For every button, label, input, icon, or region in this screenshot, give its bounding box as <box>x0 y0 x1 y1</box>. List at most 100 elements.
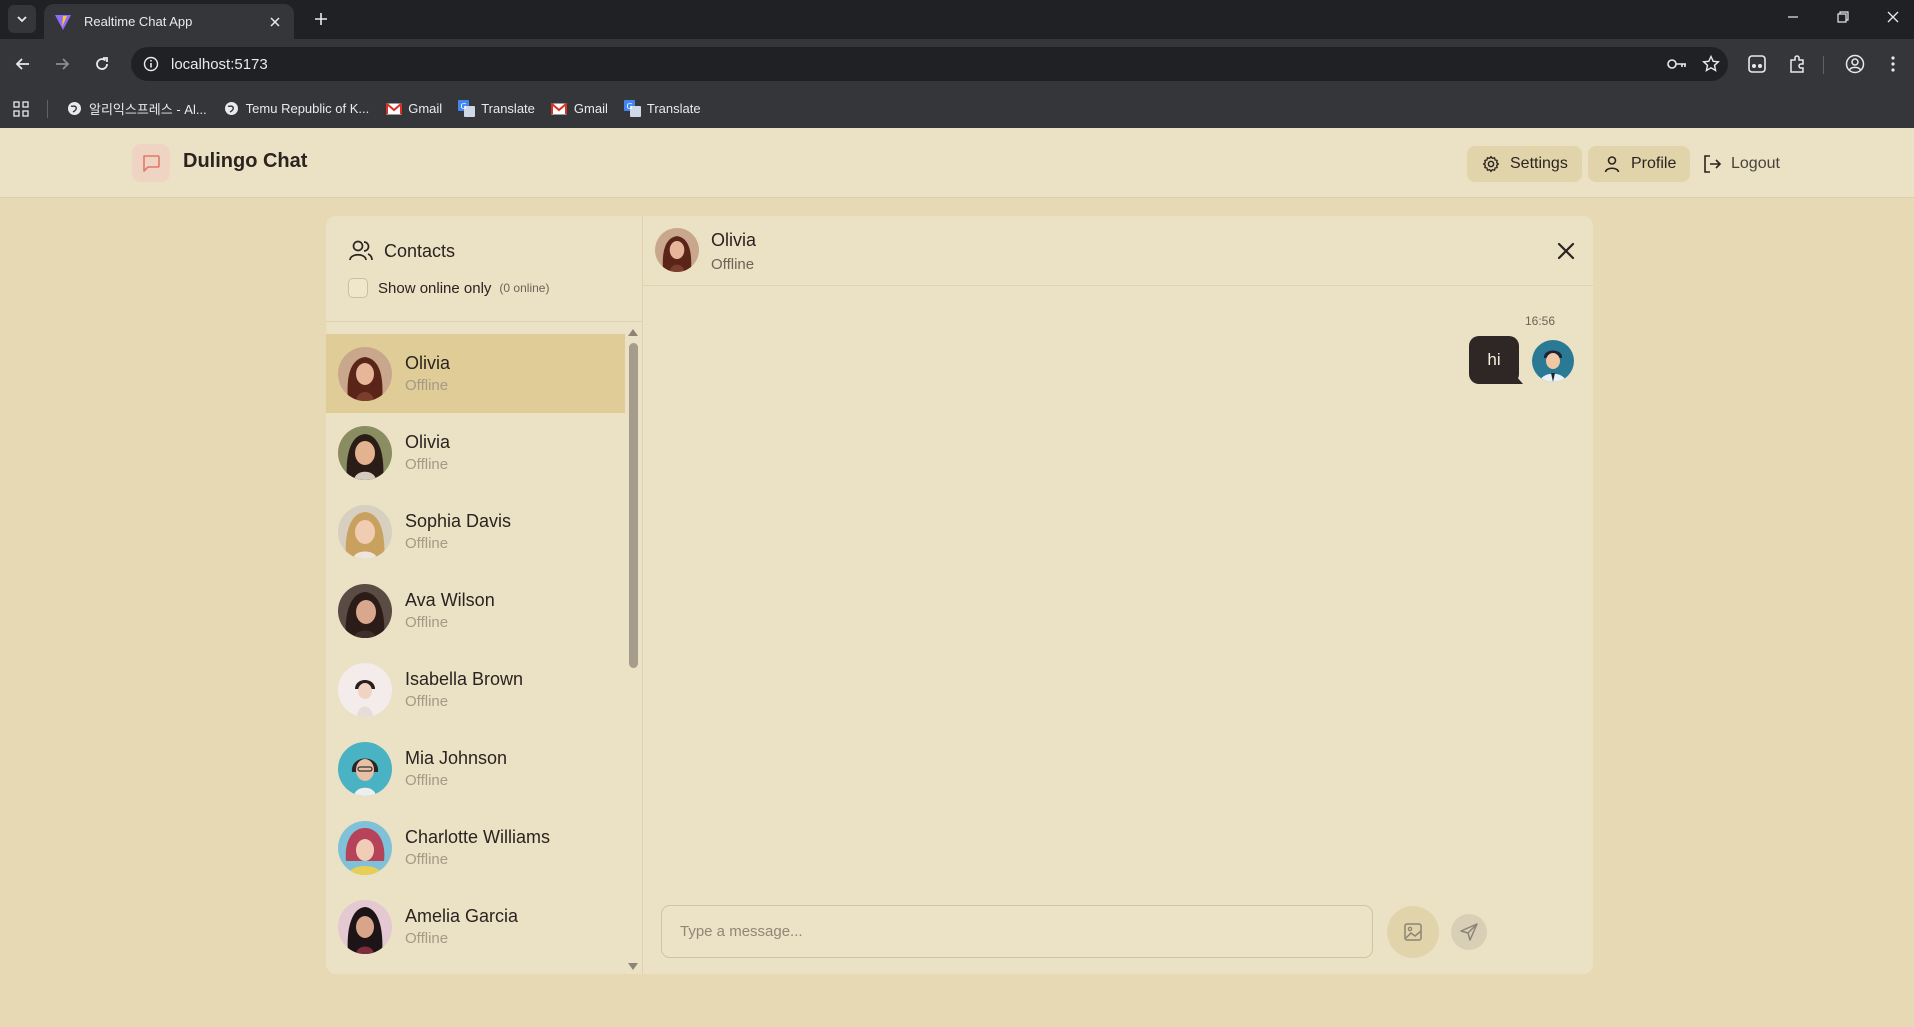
contact-item[interactable]: Ava Wilson Offline <box>326 571 625 650</box>
contact-list: Olivia Offline Olivia Offline Sophia Dav… <box>326 334 625 974</box>
globe-icon <box>66 100 83 117</box>
contact-text: Isabella Brown Offline <box>405 668 523 712</box>
bookmark-temu[interactable]: Temu Republic of K... <box>215 94 378 124</box>
contact-status: Offline <box>405 850 449 868</box>
contact-status: Offline <box>405 771 449 789</box>
contact-name: Isabella Brown <box>405 668 524 689</box>
send-button[interactable] <box>1451 914 1487 950</box>
app-title[interactable]: Dulingo Chat <box>183 150 307 173</box>
contact-text: Amelia Garcia Offline <box>405 905 518 949</box>
settings-button[interactable]: Settings <box>1467 146 1582 182</box>
bookmark-gmail[interactable]: Gmail <box>377 94 450 124</box>
gmail-icon <box>551 100 568 117</box>
bookmark-translate[interactable]: G Translate <box>450 94 543 124</box>
avatar <box>338 504 392 559</box>
message-bubble-tail <box>1509 368 1523 384</box>
scroll-up-arrow-icon[interactable] <box>626 326 640 338</box>
more-vertical-icon <box>1891 56 1895 72</box>
contact-item[interactable]: Mia Johnson Offline <box>326 729 625 808</box>
translate-icon: G <box>458 100 476 117</box>
profile-button[interactable]: Profile <box>1588 146 1691 182</box>
browser-tab[interactable]: Realtime Chat App <box>44 4 294 39</box>
online-count: (0 online) <box>499 281 550 295</box>
extensions-button[interactable] <box>1782 49 1812 79</box>
image-icon <box>1404 923 1422 941</box>
contacts-scrollbar-thumb[interactable] <box>629 343 638 668</box>
contact-name: Sophia Davis <box>405 510 512 531</box>
gmail-icon <box>385 100 402 117</box>
extension-badge-icon <box>1748 55 1766 73</box>
browser-toolbar: localhost:5173 <box>0 39 1914 89</box>
contact-item[interactable]: Olivia Offline <box>326 413 625 492</box>
message-input[interactable] <box>680 923 1372 940</box>
contact-text: Olivia Offline <box>405 352 450 396</box>
contact-text: Mia Johnson Offline <box>405 747 507 791</box>
logout-icon <box>1702 154 1722 174</box>
chat-contact-name: Olivia <box>711 230 757 250</box>
bookmark-label: 알리익스프레스 - Al... <box>89 102 207 117</box>
avatar <box>338 583 392 638</box>
browser-menu-button[interactable] <box>1878 49 1908 79</box>
password-key-icon[interactable] <box>1660 47 1694 81</box>
contact-text: Charlotte Williams Offline <box>405 826 550 870</box>
contact-item[interactable]: Sophia Davis Offline <box>326 492 625 571</box>
reload-icon <box>96 57 108 70</box>
contact-item[interactable]: Amelia Garcia Offline <box>326 887 625 966</box>
apps-grid-icon <box>13 100 29 117</box>
chat-container: Contacts Show online only (0 online) Oli… <box>326 216 1593 974</box>
restore-button[interactable] <box>1818 0 1868 34</box>
attach-image-button[interactable] <box>1387 906 1439 958</box>
forward-button[interactable] <box>47 49 77 79</box>
contact-item[interactable]: Olivia Offline <box>326 334 625 413</box>
avatar <box>338 899 392 954</box>
new-tab-button[interactable] <box>308 6 334 32</box>
contact-item[interactable]: Isabella Brown Offline <box>326 650 625 729</box>
users-icon <box>349 240 373 261</box>
contact-name: Olivia <box>405 352 451 373</box>
bookmark-star-icon[interactable] <box>1694 47 1728 81</box>
bookmark-translate[interactable]: G Translate <box>616 94 709 124</box>
contacts-title: Contacts <box>384 240 456 261</box>
bookmark-label: Gmail <box>408 101 443 116</box>
settings-label: Settings <box>1510 155 1568 172</box>
arrow-left-icon <box>15 58 29 70</box>
chat-panel: Olivia Offline 16:56 hi <box>643 216 1593 974</box>
back-button[interactable] <box>8 49 38 79</box>
show-online-checkbox[interactable] <box>348 278 368 298</box>
show-online-label[interactable]: Show online only <box>378 280 491 297</box>
apps-button[interactable] <box>1 94 41 124</box>
contact-status: Offline <box>405 534 449 552</box>
tab-search-button[interactable] <box>8 5 36 33</box>
account-circle-icon <box>1845 54 1865 74</box>
translate-icon: G <box>623 100 641 117</box>
reload-button[interactable] <box>87 49 117 79</box>
bookmark-aliexpress[interactable]: 알리익스프레스 - Al... <box>58 94 215 124</box>
svg-text:G: G <box>461 102 467 111</box>
close-chat-button[interactable] <box>1552 237 1580 265</box>
contact-text: Sophia Davis Offline <box>405 510 511 554</box>
close-icon <box>1887 11 1899 23</box>
chat-bubble-logo-icon[interactable] <box>132 144 170 182</box>
extension-icon-1[interactable] <box>1742 49 1772 79</box>
puzzle-icon <box>1790 55 1804 73</box>
chat-header: Olivia Offline <box>643 216 1593 286</box>
contact-text: Ava Wilson Offline <box>405 589 495 633</box>
globe-icon <box>223 100 240 117</box>
contacts-header: Contacts Show online only (0 online) <box>326 216 642 322</box>
bookmark-gmail[interactable]: Gmail <box>543 94 616 124</box>
minimize-button[interactable] <box>1768 0 1818 34</box>
contact-status: Offline <box>405 376 449 394</box>
contact-text: Olivia Offline <box>405 431 450 475</box>
scroll-down-arrow-icon[interactable] <box>626 960 640 972</box>
svg-text:G: G <box>626 102 632 111</box>
logout-button[interactable]: Logout <box>1688 146 1794 182</box>
contact-item[interactable]: Charlotte Williams Offline <box>326 808 625 887</box>
site-info-icon[interactable] <box>143 56 159 72</box>
minimize-icon <box>1788 16 1798 18</box>
contact-name: Mia Johnson <box>405 747 508 768</box>
address-bar[interactable]: localhost:5173 <box>131 47 1728 81</box>
profile-avatar-button[interactable] <box>1840 49 1870 79</box>
sender-avatar <box>1532 340 1574 382</box>
close-tab-icon[interactable] <box>266 13 284 31</box>
close-window-button[interactable] <box>1868 0 1914 34</box>
